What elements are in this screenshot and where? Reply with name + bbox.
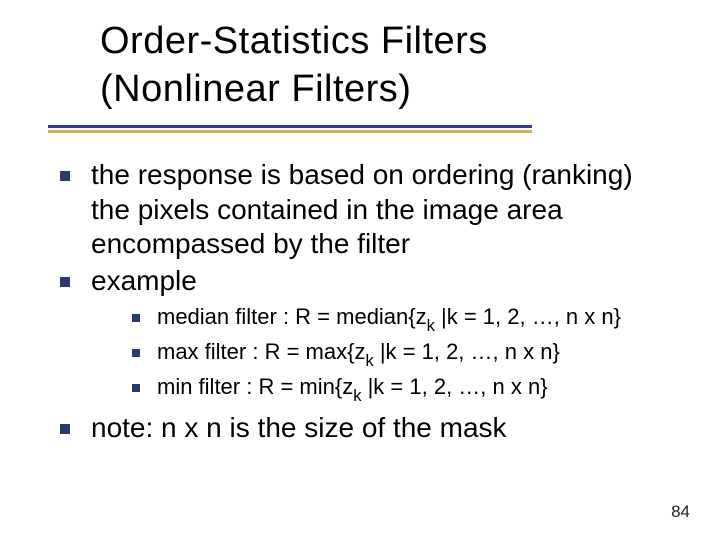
sub-bullet-item: max filter : R = max{zk |k = 1, 2, …, n … [132, 338, 670, 371]
page-number: 84 [671, 502, 690, 522]
sub-bullet-group: median filter : R = median{zk |k = 1, 2,… [132, 303, 670, 405]
bullet-text: the response is based on ordering (ranki… [91, 158, 670, 262]
title-line-1: Order-Statistics Filters [100, 18, 488, 66]
sub-bullet-item: min filter : R = min{zk |k = 1, 2, …, n … [132, 373, 670, 406]
sub-bullet-text: min filter : R = min{zk |k = 1, 2, …, n … [157, 373, 548, 406]
bullet-item: note: n x n is the size of the mask [60, 411, 670, 446]
square-bullet-icon [60, 277, 70, 287]
square-bullet-icon [60, 171, 70, 181]
sub-bullet-text: max filter : R = max{zk |k = 1, 2, …, n … [157, 338, 560, 371]
slide: Order-Statistics Filters (Nonlinear Filt… [0, 0, 720, 540]
square-bullet-icon [132, 384, 140, 392]
bullet-item: example [60, 264, 670, 299]
slide-body: the response is based on ordering (ranki… [60, 158, 670, 448]
bullet-text: note: n x n is the size of the mask [91, 411, 507, 446]
square-bullet-icon [132, 349, 140, 357]
square-bullet-icon [132, 314, 140, 322]
title-underline [48, 125, 532, 128]
bullet-text: example [91, 264, 197, 299]
bullet-item: the response is based on ordering (ranki… [60, 158, 670, 262]
square-bullet-icon [60, 424, 70, 434]
title-line-2: (Nonlinear Filters) [100, 66, 488, 114]
slide-title: Order-Statistics Filters (Nonlinear Filt… [48, 18, 488, 113]
sub-bullet-text: median filter : R = median{zk |k = 1, 2,… [157, 303, 621, 336]
sub-bullet-item: median filter : R = median{zk |k = 1, 2,… [132, 303, 670, 336]
